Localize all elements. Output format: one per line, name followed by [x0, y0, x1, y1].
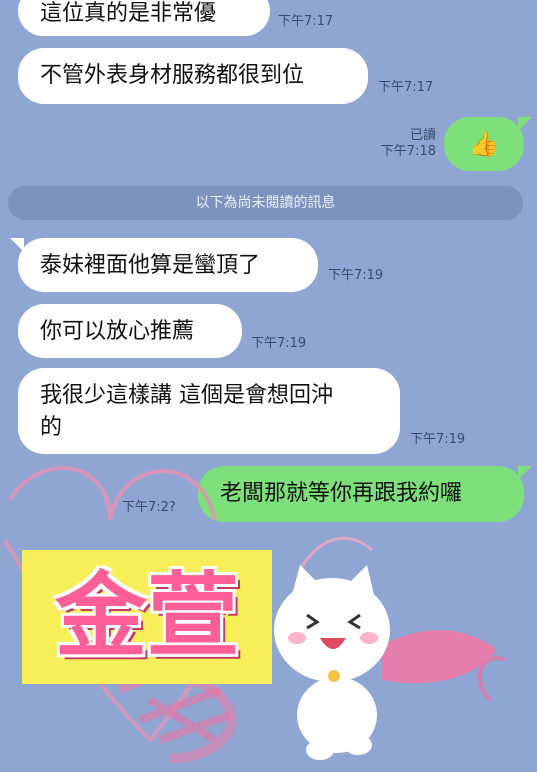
message-bubble-4[interactable]: 泰妹裡面他算是蠻頂了	[10, 238, 318, 292]
message-time: 下午7:18	[380, 144, 436, 159]
thumbs-up-sticker[interactable]: 👍	[444, 117, 532, 171]
caption-sticker: 金萱	[22, 550, 272, 684]
message-bubble-1[interactable]: 這位真的是非常優	[18, 0, 270, 36]
message-text-line-1: 我很少這樣講 這個是會想回沖	[40, 383, 333, 408]
message-text: 這位真的是非常優	[40, 1, 217, 26]
message-text: 泰妹裡面他算是蠻頂了	[40, 253, 261, 278]
cat-sticker-icon	[274, 565, 497, 760]
message-time: 下午7:19	[328, 268, 384, 283]
message-bubble-2[interactable]: 不管外表身材服務都很到位	[18, 48, 368, 104]
unread-divider: 以下為尚未閱讀的訊息	[8, 186, 523, 220]
message-bubble-5[interactable]: 你可以放心推薦	[18, 304, 242, 358]
thumbs-up-icon: 👍	[469, 130, 499, 158]
message-time: 下午7:17	[278, 14, 334, 29]
message-time: 下午7:17	[378, 80, 434, 95]
message-time: 下午7:19	[251, 336, 307, 351]
message-text: 不管外表身材服務都很到位	[40, 63, 305, 88]
message-text: 你可以放心推薦	[40, 319, 195, 344]
caption-text: 金萱	[54, 563, 239, 670]
read-label: 已讀	[409, 128, 436, 143]
read-status: 已讀 下午7:18	[360, 128, 436, 160]
